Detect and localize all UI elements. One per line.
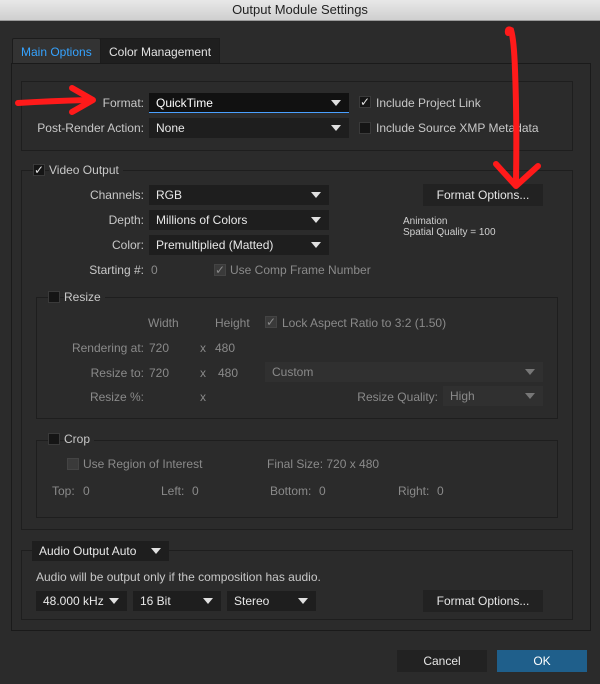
annotation-arrows bbox=[15, 26, 541, 189]
arrow-to-format-options-icon bbox=[493, 26, 541, 189]
arrow-to-format-icon bbox=[15, 85, 96, 115]
